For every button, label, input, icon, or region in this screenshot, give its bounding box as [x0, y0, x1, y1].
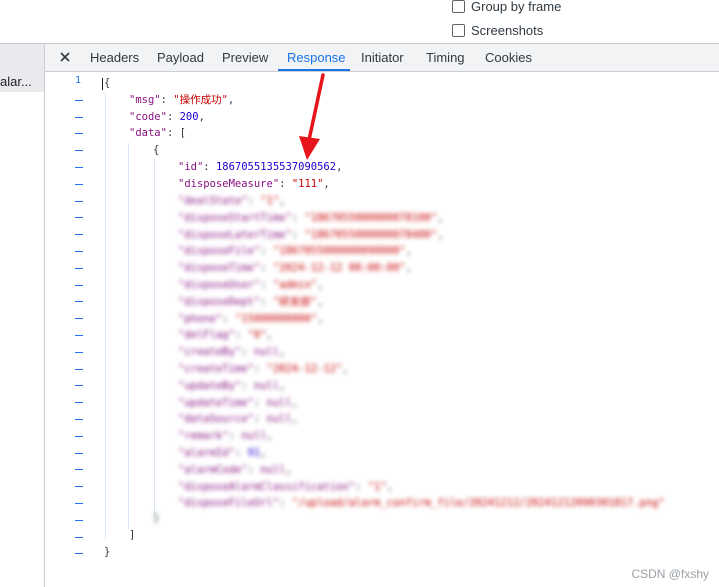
- json-line: "alarmId": 91,: [178, 447, 267, 459]
- json-line: "createTime": "2024-12-12",: [178, 363, 349, 375]
- json-line: "updateBy": null,: [178, 379, 286, 392]
- json-line: "id": 1867055135537090562,: [178, 161, 343, 173]
- line-fold-marker: [75, 251, 83, 252]
- line-fold-marker: [75, 536, 83, 538]
- json-line: "disposeAlarmClassification": "1",: [178, 480, 393, 493]
- line-fold-marker: [75, 267, 83, 269]
- watermark: CSDN @fxshy: [631, 567, 709, 581]
- json-line: "delFlag": "0",: [178, 329, 273, 342]
- group-by-frame-option[interactable]: Group by frame: [452, 0, 561, 15]
- line-fold-marker: [75, 167, 83, 168]
- screenshots-checkbox[interactable]: [452, 23, 465, 37]
- json-line: "dealState": "1",: [178, 195, 286, 207]
- json-line: "dataSource": null,: [178, 413, 299, 426]
- screenshots-label: Screenshots: [471, 22, 544, 38]
- line-fold-marker: [75, 301, 83, 303]
- tab-response[interactable]: Response: [287, 44, 346, 71]
- tab-preview[interactable]: Preview: [222, 44, 268, 71]
- line-fold-marker: [75, 116, 83, 118]
- line-fold-marker: [75, 402, 83, 404]
- request-list-item[interactable]: alar...: [0, 71, 44, 92]
- json-line: "phone": "15000000000",: [178, 312, 324, 325]
- json-line: }: [104, 546, 111, 558]
- detail-tabbar: Headers Payload Preview Response Initiat…: [0, 43, 719, 72]
- json-line: "disposeFile": "1867055000000090000",: [178, 245, 412, 258]
- line-fold-marker: [75, 553, 83, 555]
- json-line: "code": 200,: [129, 111, 205, 123]
- line-fold-marker: [75, 150, 83, 152]
- line-fold-marker: [75, 519, 83, 521]
- tab-timing[interactable]: Timing: [426, 44, 465, 71]
- group-by-frame-label: Group by frame: [471, 0, 562, 14]
- json-line: "msg": "操作成功",: [129, 94, 235, 106]
- group-by-frame-checkbox[interactable]: [452, 0, 465, 13]
- line-fold-marker: [75, 452, 83, 454]
- json-line: "disposeTime": "2024-12-12 00:00:00",: [178, 262, 412, 275]
- line-fold-marker: [75, 133, 83, 135]
- screenshots-option[interactable]: Screenshots: [452, 21, 543, 39]
- response-viewer: 1 { "msg": "操作成功", "code": 200, "data": …: [45, 71, 719, 587]
- text-cursor: [102, 78, 103, 90]
- line-fold-marker: [75, 200, 83, 202]
- line-number: 1: [74, 75, 81, 86]
- line-fold-marker: [75, 368, 83, 370]
- json-line: "disposeMeasure": "111",: [178, 178, 330, 190]
- line-fold-marker: [75, 385, 83, 387]
- line-fold-marker: [75, 486, 83, 488]
- json-line: "createBy": null,: [178, 346, 286, 359]
- json-line: "disposeFileUrl": "/upload/alarm_confirm…: [178, 497, 665, 510]
- tab-initiator[interactable]: Initiator: [361, 44, 404, 71]
- line-fold-marker: [75, 419, 83, 420]
- tab-cookies[interactable]: Cookies: [485, 44, 532, 71]
- line-fold-marker: [75, 435, 83, 437]
- close-icon[interactable]: [56, 48, 74, 66]
- line-fold-marker: [75, 99, 83, 101]
- request-list: alar...: [0, 71, 45, 587]
- json-line: "alarmCode": null,: [178, 463, 292, 476]
- json-line: "disposeDept": "研发部",: [178, 295, 324, 308]
- json-line: {: [104, 77, 111, 89]
- json-line: ]: [129, 529, 136, 541]
- line-fold-marker: [75, 284, 83, 286]
- line-fold-marker: [75, 183, 83, 185]
- line-fold-marker: [75, 469, 83, 471]
- indent-guide: [154, 159, 155, 515]
- line-fold-marker: [75, 234, 83, 236]
- line-fold-marker: [75, 351, 83, 353]
- json-line: {: [153, 144, 160, 156]
- json-line: "updateTime": null,: [178, 396, 299, 409]
- json-line: "disposeStartTime": "1867055000000078100…: [178, 211, 444, 224]
- line-fold-marker: [75, 503, 83, 504]
- json-line: "remark": null,: [178, 430, 273, 443]
- json-line: "disposeUser": "admin",: [178, 279, 324, 291]
- json-line: "disposeLaterTime": "1867055000000078400…: [178, 228, 444, 241]
- line-fold-marker: [75, 335, 83, 336]
- json-line: }: [153, 512, 160, 524]
- request-list-header: [0, 44, 45, 71]
- indent-guide: [128, 143, 129, 529]
- tab-headers[interactable]: Headers: [90, 44, 139, 71]
- json-line: "data": [: [129, 127, 186, 139]
- tab-payload[interactable]: Payload: [157, 44, 204, 71]
- line-fold-marker: [75, 217, 83, 219]
- indent-guide: [105, 93, 106, 539]
- line-fold-marker: [75, 318, 83, 320]
